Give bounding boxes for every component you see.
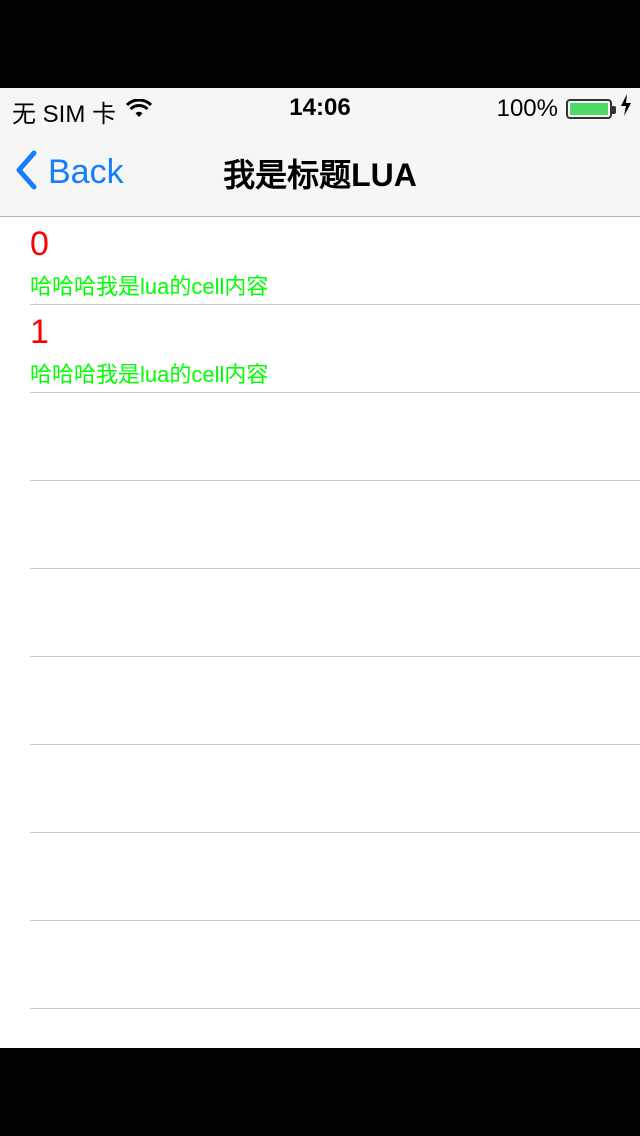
top-letterbox [0,0,640,88]
status-bar: 无 SIM 卡 14:06 100% [0,88,640,128]
battery-percent: 100% [496,94,558,122]
table-row[interactable] [30,833,640,921]
charging-icon [620,94,632,123]
table-row[interactable] [30,657,640,745]
table-view[interactable]: 0 哈哈哈我是lua的cell内容 1 哈哈哈我是lua的cell内容 [0,217,640,1009]
page-title: 我是标题LUA [223,157,417,193]
battery-icon [566,98,616,119]
row-number: 0 [30,225,49,263]
row-number: 1 [30,313,49,351]
battery-fill [570,102,608,115]
bottom-letterbox [0,1048,640,1136]
battery-cap [612,105,616,114]
table-row[interactable] [30,921,640,1009]
status-right: 100% [497,94,632,123]
table-row[interactable]: 0 哈哈哈我是lua的cell内容 [30,217,640,305]
table-row[interactable] [30,569,640,657]
table-row[interactable] [30,745,640,833]
table-row[interactable] [30,393,640,481]
navigation-bar: Back 我是标题LUA [0,128,640,217]
row-subtitle: 哈哈哈我是lua的cell内容 [30,362,269,387]
row-subtitle: 哈哈哈我是lua的cell内容 [30,274,269,299]
app-screen: 无 SIM 卡 14:06 100% Back 我是标题LUA 0 哈哈哈我是l… [0,88,640,1048]
table-row[interactable] [30,481,640,569]
table-row[interactable]: 1 哈哈哈我是lua的cell内容 [30,305,640,393]
